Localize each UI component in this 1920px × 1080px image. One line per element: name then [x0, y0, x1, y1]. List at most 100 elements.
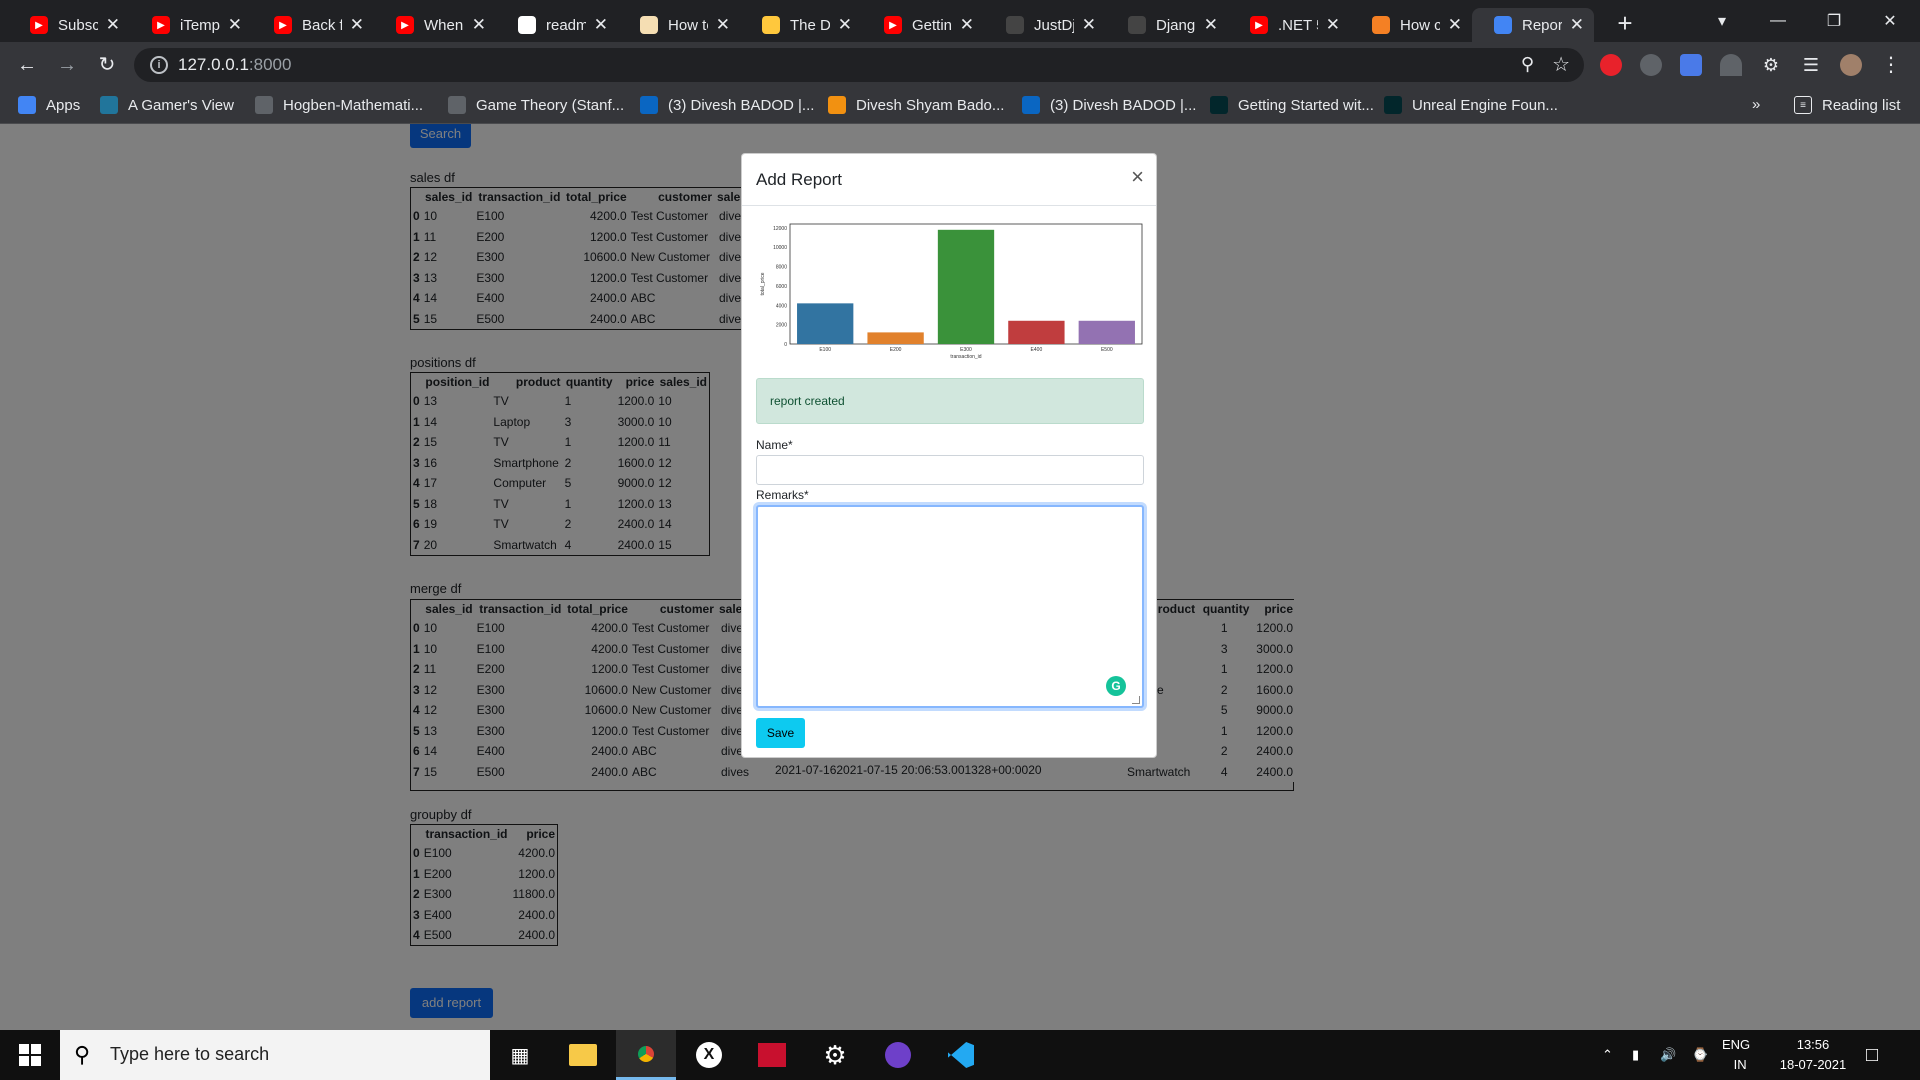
extension-red-icon[interactable]	[1600, 54, 1622, 76]
extension-gray-icon[interactable]	[1640, 54, 1662, 76]
tab-close-icon[interactable]: ✕	[1326, 15, 1340, 35]
xbox-icon[interactable]: X	[679, 1030, 739, 1080]
forward-icon[interactable]: →	[52, 50, 82, 80]
close-icon[interactable]: ×	[1131, 166, 1144, 188]
tab-close-icon[interactable]: ✕	[472, 15, 486, 35]
language-indicator[interactable]: ENG IN	[1722, 1030, 1750, 1080]
window-close-icon[interactable]: ✕	[1862, 0, 1918, 42]
youtube-icon: ▶	[396, 16, 414, 34]
lang-top: ENG	[1722, 1037, 1751, 1052]
battery-icon[interactable]: ▮	[1632, 1030, 1639, 1080]
bookmarks-overflow[interactable]: »	[1752, 96, 1760, 113]
vscode-icon[interactable]	[931, 1030, 991, 1080]
menu-kebab-icon[interactable]: ⋮	[1880, 54, 1902, 76]
tab-title: Back fr	[302, 16, 342, 34]
media-control-icon[interactable]: ☰	[1800, 54, 1822, 76]
volume-icon[interactable]: 🔊	[1660, 1030, 1676, 1080]
grammarly-icon[interactable]: G	[1106, 676, 1126, 696]
avatar[interactable]	[1840, 54, 1862, 76]
browser-tab[interactable]: The D ✕	[740, 8, 862, 42]
minimize-icon[interactable]: —	[1750, 0, 1806, 42]
chart-bar	[937, 229, 995, 344]
tab-close-icon[interactable]: ✕	[1448, 15, 1462, 35]
bookmark-item[interactable]: Game Theory (Stanf...	[448, 96, 624, 114]
chart-bar	[867, 332, 924, 344]
extension-blue-icon[interactable]	[1680, 54, 1702, 76]
tab-close-icon[interactable]: ✕	[106, 15, 120, 35]
resize-handle-icon[interactable]	[1132, 696, 1140, 704]
edx-icon	[1210, 96, 1228, 114]
chrome-taskbar-icon[interactable]	[616, 1030, 676, 1080]
github-desktop-icon[interactable]	[868, 1030, 928, 1080]
restore-icon[interactable]: ❐	[1806, 0, 1862, 42]
browser-tab[interactable]: readm ✕	[496, 8, 618, 42]
tab-close-icon[interactable]: ✕	[594, 15, 608, 35]
tab-title: readm	[546, 16, 586, 34]
tab-close-icon[interactable]: ✕	[960, 15, 974, 35]
game-app-icon[interactable]	[742, 1030, 802, 1080]
stackoverflow-icon	[1372, 16, 1390, 34]
bookmark-item[interactable]: A Gamer's View	[100, 96, 234, 114]
tab-close-icon[interactable]: ✕	[1204, 15, 1218, 35]
bookmark-item[interactable]: (3) Divesh BADOD |...	[640, 96, 814, 114]
tray-chevron-icon[interactable]: ⌃	[1602, 1030, 1613, 1080]
new-tab-button[interactable]: +	[1610, 8, 1640, 38]
browser-tab[interactable]: JustDj ✕	[984, 8, 1106, 42]
bookmark-item[interactable]: Apps	[18, 96, 80, 114]
tab-close-icon[interactable]: ✕	[1570, 15, 1584, 35]
tab-close-icon[interactable]: ✕	[228, 15, 242, 35]
reload-icon[interactable]: ↻	[92, 50, 122, 80]
edx-icon	[1384, 96, 1402, 114]
success-alert: report created	[756, 378, 1144, 424]
notification-icon[interactable]: □	[1866, 1030, 1878, 1080]
browser-tab[interactable]: How to ✕	[618, 8, 740, 42]
browser-tab[interactable]: ▶ Subscr ✕	[8, 8, 130, 42]
bookmarks-bar: » ≡ Reading list Apps A Gamer's View Hogben…	[0, 88, 1920, 124]
youtube-icon: ▶	[884, 16, 902, 34]
url-text[interactable]: 127.0.0.1:8000	[178, 55, 291, 75]
browser-tab[interactable]: Djang ✕	[1106, 8, 1228, 42]
modal-title: Add Report	[756, 170, 842, 189]
bookmark-star-icon[interactable]: ☆	[1552, 52, 1570, 77]
back-icon[interactable]: ←	[12, 50, 42, 80]
browser-tab[interactable]: ▶ Gettin ✕	[862, 8, 984, 42]
name-input[interactable]	[756, 455, 1144, 485]
remarks-textarea[interactable]: G	[756, 505, 1144, 708]
wifi-icon[interactable]: ⌚	[1692, 1030, 1708, 1080]
reading-list[interactable]: ≡ Reading list	[1794, 96, 1900, 114]
bookmark-item[interactable]: (3) Divesh BADOD |...	[1022, 96, 1196, 114]
youtube-icon: ▶	[274, 16, 292, 34]
tab-close-icon[interactable]: ✕	[350, 15, 364, 35]
bookmark-item[interactable]: Unreal Engine Foun...	[1384, 96, 1558, 114]
tab-title: Subscr	[58, 16, 98, 34]
settings-gear-icon[interactable]: ⚙	[805, 1030, 865, 1080]
browser-tab[interactable]: ▶ When ✕	[374, 8, 496, 42]
address-bar[interactable]: i 127.0.0.1:8000 ⚲ ☆	[134, 48, 1584, 82]
zoom-icon[interactable]: ⚲	[1521, 54, 1534, 75]
tab-close-icon[interactable]: ✕	[716, 15, 730, 35]
browser-tab[interactable]: ▶ Back fr ✕	[252, 8, 374, 42]
start-button[interactable]	[0, 1030, 60, 1080]
tab-search-icon[interactable]: ▾	[1694, 0, 1750, 42]
tab-close-icon[interactable]: ✕	[838, 15, 852, 35]
youtube-icon: ▶	[1250, 16, 1268, 34]
clock[interactable]: 13:56 18-07-2021	[1768, 1030, 1858, 1080]
browser-tab[interactable]: How c ✕	[1350, 8, 1472, 42]
save-button[interactable]: Save	[756, 718, 805, 748]
taskbar-search[interactable]: ⚲ Type here to search	[60, 1030, 490, 1080]
bookmark-item[interactable]: Divesh Shyam Bado...	[828, 96, 1004, 114]
name-label: Name*	[756, 438, 793, 452]
bookmark-item[interactable]: Getting Started wit...	[1210, 96, 1374, 114]
tab-close-icon[interactable]: ✕	[1082, 15, 1096, 35]
bookmark-item[interactable]: Hogben-Mathemati...	[255, 96, 423, 114]
report-chart: 0 2000 4000 6000 8000 10000 12000 E100 E200 E300 E…	[756, 222, 1144, 362]
browser-tab[interactable]: ▶ .NET 5 ✕	[1228, 8, 1350, 42]
task-view-icon[interactable]: ▦	[490, 1030, 550, 1080]
extension-arc-icon[interactable]	[1720, 54, 1742, 76]
browser-toolbar: ← → ↻ i 127.0.0.1:8000 ⚲ ☆ ⚙ ☰ ⋮	[0, 42, 1920, 88]
puzzle-extensions-icon[interactable]: ⚙	[1760, 54, 1782, 76]
file-explorer-icon[interactable]	[553, 1030, 613, 1080]
site-info-icon[interactable]: i	[150, 56, 168, 74]
browser-tab[interactable]: ▶ iTemp ✕	[130, 8, 252, 42]
browser-tab[interactable]: Repor ✕	[1472, 8, 1594, 42]
